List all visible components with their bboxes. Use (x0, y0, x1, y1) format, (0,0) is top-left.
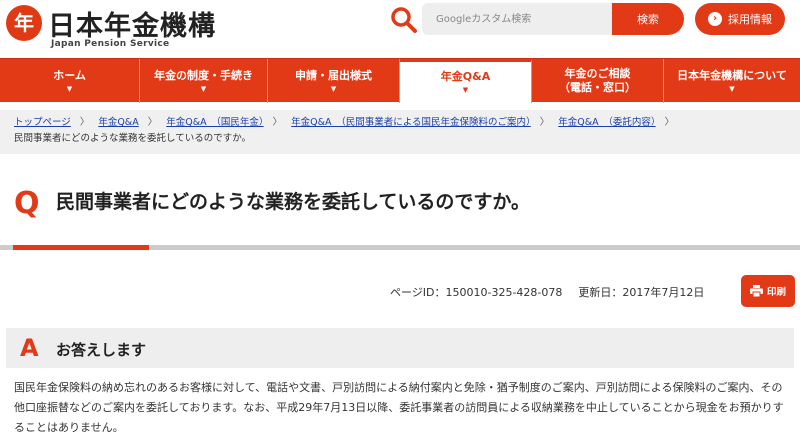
nav-item-about[interactable]: 日本年金機構について ▼ (664, 59, 800, 103)
updated-date: 更新日：2017年7月12日 (578, 286, 705, 299)
nav-item-label: 日本年金機構について (677, 68, 787, 82)
recruit-button[interactable]: › 採用情報 (695, 3, 785, 35)
nav-item-label: ホーム (53, 68, 86, 82)
site-logo-title[interactable]: 日本年金機構 (48, 4, 216, 43)
chevron-right-icon: 〉 (272, 117, 283, 128)
answer-mark-icon: A (20, 334, 39, 362)
nav-item-forms[interactable]: 申請・届出様式 ▼ (268, 59, 400, 103)
logo-mark-icon[interactable]: 年 (6, 5, 42, 41)
search-icon (391, 7, 417, 33)
breadcrumb-link-contract-details[interactable]: 年金Q&A （委託内容） (558, 117, 655, 128)
search-input[interactable] (422, 3, 612, 35)
chevron-right-icon: 〉 (664, 117, 675, 128)
question-section: Q 民間事業者にどのような業務を委託しているのですか。 (0, 168, 800, 246)
breadcrumb-link-national-pension[interactable]: 年金Q&A （国民年金） (166, 117, 263, 128)
recruit-button-label: 採用情報 (728, 13, 772, 26)
breadcrumb-current: 民間事業者にどのような業務を委託しているのですか。 (14, 133, 252, 144)
page-id: ページID：150010-325-428-078 (390, 286, 563, 299)
nav-item-consultation[interactable]: 年金のご相談 （電話・窓口） (532, 59, 664, 103)
question-mark-icon: Q (14, 186, 40, 221)
chevron-right-icon: › (708, 12, 722, 26)
chevron-right-icon: 〉 (147, 117, 158, 128)
chevron-right-icon: 〉 (79, 117, 90, 128)
caret-down-icon: ▼ (462, 86, 469, 94)
page-title: 民間事業者にどのような業務を委託しているのですか。 (56, 191, 531, 213)
site-header: 年 日本年金機構 Japan Pension Service 検索 › 採用情報 (0, 0, 800, 58)
nav-item-label: 年金の制度・手続き (154, 68, 253, 82)
nav-item-home[interactable]: ホーム ▼ (0, 59, 140, 103)
breadcrumb: トップページ〉年金Q&A 〉年金Q&A （国民年金）〉年金Q&A （民間事業者によ… (0, 110, 800, 154)
breadcrumb-link-qa[interactable]: 年金Q&A (98, 117, 138, 128)
chevron-right-icon: 〉 (539, 117, 550, 128)
caret-down-icon: ▼ (330, 84, 337, 93)
nav-item-system-procedures[interactable]: 年金の制度・手続き ▼ (140, 59, 268, 103)
page-meta: ページID：150010-325-428-078 更新日：2017年7月12日 (390, 284, 704, 300)
nav-item-label: 年金Q&A (440, 70, 491, 84)
caret-down-icon: ▼ (66, 84, 73, 93)
logo-mark-glyph: 年 (14, 11, 34, 35)
breadcrumb-link-private-contractor[interactable]: 年金Q&A （民間事業者による国民年金保険料のご案内） (291, 117, 531, 128)
answer-body: 国民年金保険料の納め忘れのあるお客様に対して、電話や文書、戸別訪問による納付案内… (14, 381, 784, 434)
answer-header: A お答えします (6, 328, 794, 368)
nav-item-label-line1: 年金のご相談 (564, 67, 631, 81)
print-button-label: 印刷 (766, 287, 786, 298)
nav-item-label-line2: （電話・窓口） (559, 81, 636, 94)
nav-item-qa[interactable]: 年金Q&A ▼ (400, 59, 532, 103)
caret-down-icon: ▼ (729, 84, 735, 93)
print-button[interactable]: 印刷 (741, 275, 795, 307)
answer-heading: お答えします (56, 341, 147, 359)
title-divider-accent (13, 245, 149, 250)
nav-item-label: 申請・届出様式 (295, 68, 372, 82)
breadcrumb-link-top[interactable]: トップページ (14, 117, 71, 128)
printer-icon (749, 285, 763, 297)
global-nav: ホーム ▼ 年金の制度・手続き ▼ 申請・届出様式 ▼ 年金Q&A ▼ 年金のご… (0, 58, 800, 103)
caret-down-icon: ▼ (200, 84, 207, 93)
search-button[interactable]: 検索 (612, 3, 684, 35)
breadcrumb-links: トップページ〉年金Q&A 〉年金Q&A （国民年金）〉年金Q&A （民間事業者によ… (14, 115, 786, 131)
site-logo-subtitle: Japan Pension Service (51, 39, 170, 49)
